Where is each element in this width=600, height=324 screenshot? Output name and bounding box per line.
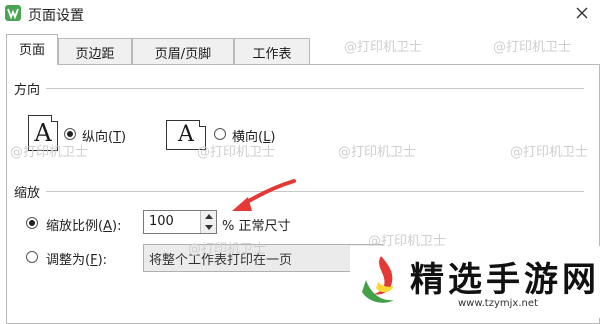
scale-ratio-radio[interactable] (26, 217, 38, 229)
orientation-section-label: 方向 (14, 83, 41, 98)
spinner-down-icon[interactable] (200, 222, 216, 233)
dialog-title: 页面设置 (28, 8, 84, 24)
fit-to-radio[interactable] (26, 251, 38, 263)
watermark-text: @打印机卫士 (338, 145, 417, 160)
portrait-label[interactable]: 纵向(T) (82, 126, 126, 145)
brand-mark-icon (362, 256, 394, 303)
tab-sheet[interactable]: 工作表 (234, 38, 310, 64)
annotation-arrow (232, 179, 296, 211)
scale-ratio-label[interactable]: 缩放比例(A): (46, 215, 121, 234)
watermark-text: @打印机卫士 (197, 145, 276, 160)
fit-to-label[interactable]: 调整为(F): (46, 249, 107, 268)
tab-header-footer[interactable]: 页眉/页脚 (132, 38, 234, 64)
orientation-divider (46, 88, 584, 89)
brand-name: 精选手游网 (410, 260, 600, 300)
watermark-text: @打印机卫士 (344, 40, 423, 55)
watermark-text: @打印机卫士 (510, 145, 589, 160)
close-icon[interactable] (572, 3, 592, 23)
watermark-text: @打印机卫士 (493, 40, 572, 55)
scaling-section-label: 缩放 (14, 186, 41, 201)
scale-unit-note: % 正常尺寸 (222, 219, 291, 234)
scaling-divider (46, 191, 584, 192)
title-bar: 页面设置 (0, 0, 600, 30)
brand-url: www.tzymjx.net (458, 298, 538, 309)
brand-logo: 精选手游网 www.tzymjx.net (350, 246, 600, 318)
scale-spinner[interactable] (200, 211, 216, 233)
landscape-radio[interactable] (214, 128, 226, 140)
tab-margins[interactable]: 页边距 (58, 38, 132, 64)
tab-page[interactable]: 页面 (6, 34, 58, 65)
wps-writer-icon (5, 5, 21, 21)
watermark-text: @打印机卫士 (10, 145, 89, 160)
watermark-text: @打印机卫士 (188, 242, 267, 257)
portrait-radio[interactable] (64, 128, 76, 140)
spinner-up-icon[interactable] (200, 211, 216, 222)
